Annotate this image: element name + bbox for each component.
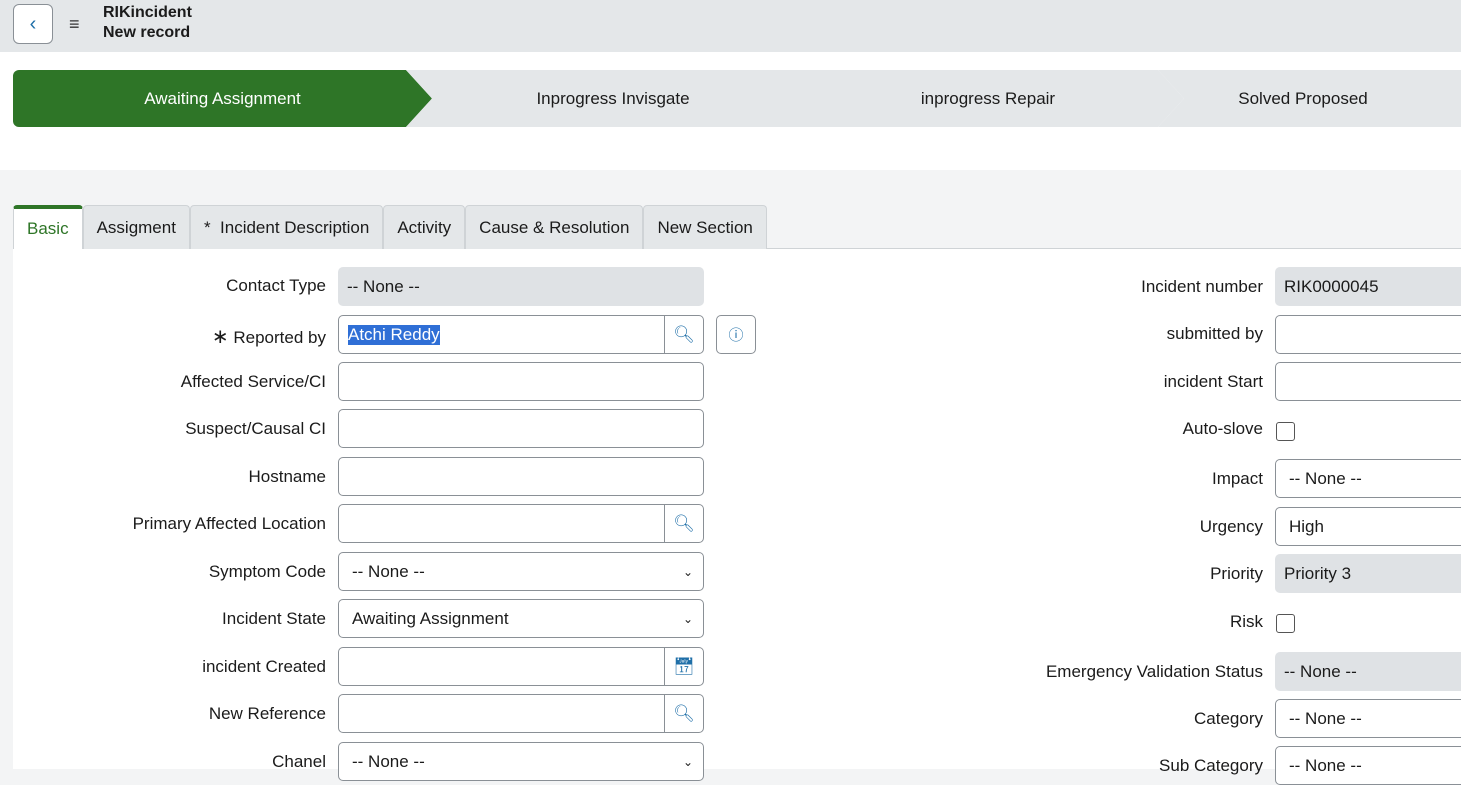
- header-bar: ‹ ≡ RIKincident New record: [0, 0, 1461, 52]
- emergency-validation-status-label: Emergency Validation Status: [1045, 662, 1263, 681]
- submitted-by-label: submitted by: [1166, 324, 1263, 343]
- field-value: -- None --: [1289, 755, 1362, 775]
- submitted-by-input[interactable]: [1275, 315, 1461, 354]
- incident-number-field: RIK0000045: [1275, 267, 1461, 306]
- suspect-ci-label: Suspect/Causal CI: [185, 419, 326, 438]
- priority-label: Priority: [1210, 564, 1263, 583]
- sub-category-select[interactable]: -- None --: [1275, 746, 1461, 785]
- incident-created-label: incident Created: [202, 657, 326, 676]
- stage-inprogress-invisgate[interactable]: Inprogress Invisgate: [406, 70, 820, 127]
- field-value: Priority 3: [1284, 563, 1352, 583]
- symptom-code-label: Symptom Code: [208, 562, 326, 581]
- back-button[interactable]: ‹: [13, 4, 53, 44]
- risk-checkbox[interactable]: [1276, 614, 1295, 633]
- reported-by-label: ∗ Reported by: [212, 324, 326, 349]
- incident-number-label: Incident number: [1141, 277, 1263, 296]
- section-tabs: Basic Assigment * Incident Description A…: [13, 205, 767, 249]
- record-subtitle: New record: [103, 24, 191, 41]
- stage-inprogress-repair[interactable]: inprogress Repair: [792, 70, 1184, 127]
- incident-start-label: incident Start: [1163, 372, 1263, 391]
- search-icon[interactable]: 🔍︎: [664, 505, 703, 542]
- tab-cause-resolution[interactable]: Cause & Resolution: [465, 205, 644, 249]
- chevron-down-icon: ⌄: [682, 754, 693, 769]
- impact-select[interactable]: -- None --: [1275, 459, 1461, 498]
- chanel-select[interactable]: -- None -- ⌄: [338, 742, 704, 781]
- stage-solved-proposed[interactable]: Solved Proposed: [1158, 70, 1461, 127]
- incident-start-input[interactable]: [1275, 362, 1461, 401]
- tab-new-section[interactable]: New Section: [643, 205, 767, 249]
- location-label: Primary Affected Location: [132, 514, 326, 533]
- tab-assigment[interactable]: Assigment: [82, 205, 190, 249]
- calendar-icon[interactable]: 📅︎: [664, 648, 703, 685]
- risk-label: Risk: [1229, 612, 1263, 631]
- affected-service-label: Affected Service/CI: [180, 372, 326, 391]
- stage-label: Inprogress Invisgate: [536, 88, 690, 108]
- tab-incident-description[interactable]: * Incident Description: [189, 205, 384, 249]
- tab-activity[interactable]: Activity: [383, 205, 466, 249]
- urgency-label: Urgency: [1199, 517, 1263, 536]
- field-value: -- None --: [347, 276, 420, 296]
- symptom-code-select[interactable]: -- None -- ⌄: [338, 552, 704, 591]
- incident-state-label: Incident State: [222, 609, 326, 628]
- hostname-input[interactable]: [338, 457, 704, 496]
- field-value: -- None --: [1289, 708, 1362, 728]
- priority-field: Priority 3: [1275, 554, 1461, 593]
- chanel-label: Chanel: [272, 752, 326, 771]
- field-value: -- None --: [1284, 661, 1357, 681]
- stage-label: Solved Proposed: [1238, 88, 1368, 108]
- field-value: RIK0000045: [1284, 276, 1379, 296]
- contact-type-field[interactable]: -- None --: [338, 267, 704, 306]
- impact-label: Impact: [1211, 469, 1263, 488]
- stage-label: inprogress Repair: [920, 88, 1056, 108]
- auto-slove-checkbox[interactable]: [1276, 422, 1295, 441]
- chevron-down-icon: ⌄: [682, 611, 693, 626]
- emergency-validation-status-field: -- None --: [1275, 652, 1461, 691]
- stage-label: Awaiting Assignment: [144, 88, 301, 108]
- urgency-select[interactable]: High: [1275, 507, 1461, 546]
- incident-state-select[interactable]: Awaiting Assignment ⌄: [338, 599, 704, 638]
- label-text: Reported by: [233, 328, 326, 347]
- field-value: -- None --: [1289, 468, 1362, 488]
- field-value: High: [1289, 516, 1324, 536]
- reported-by-input[interactable]: Atchi Reddy 🔍︎: [338, 315, 704, 354]
- stage-awaiting-assignment[interactable]: Awaiting Assignment: [13, 70, 432, 127]
- incident-created-input[interactable]: 📅︎: [338, 647, 704, 686]
- required-asterisk-icon: ∗: [211, 326, 229, 348]
- chevron-down-icon: ⌄: [682, 564, 693, 579]
- location-input[interactable]: 🔍︎: [338, 504, 704, 543]
- field-value: Awaiting Assignment: [352, 608, 509, 628]
- tab-basic[interactable]: Basic: [13, 205, 83, 249]
- affected-service-input[interactable]: [338, 362, 704, 401]
- chevron-left-icon: ‹: [29, 12, 37, 35]
- auto-slove-label: Auto-slove: [1182, 419, 1263, 438]
- info-icon[interactable]: ⓘ: [716, 315, 756, 354]
- search-icon[interactable]: 🔍︎: [664, 695, 703, 732]
- new-reference-input[interactable]: 🔍︎: [338, 694, 704, 733]
- hostname-label: Hostname: [248, 467, 326, 486]
- new-reference-label: New Reference: [208, 704, 326, 723]
- hamburger-menu-icon[interactable]: ≡: [69, 14, 80, 35]
- field-value: Atchi Reddy: [348, 324, 440, 345]
- category-select[interactable]: -- None --: [1275, 699, 1461, 738]
- sub-category-label: Sub Category: [1159, 756, 1263, 775]
- search-icon[interactable]: 🔍︎: [664, 316, 703, 353]
- app-title: RIKincident: [103, 4, 192, 21]
- field-value: -- None --: [352, 561, 425, 581]
- category-label: Category: [1194, 709, 1263, 728]
- suspect-ci-input[interactable]: [338, 409, 704, 448]
- contact-type-label: Contact Type: [226, 276, 326, 295]
